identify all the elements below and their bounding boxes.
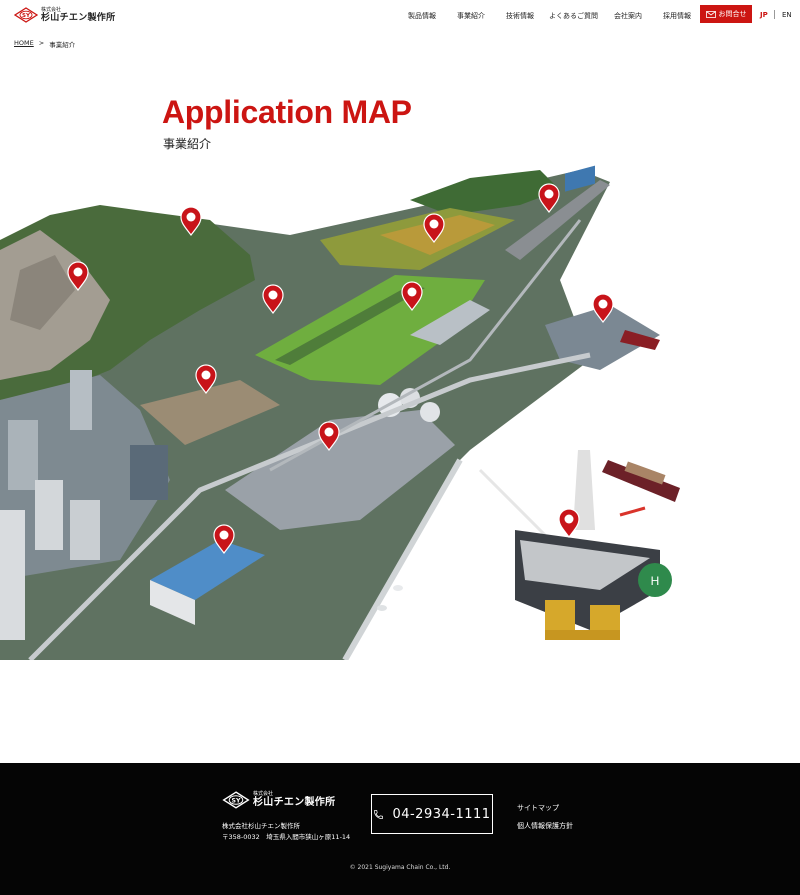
nav-business[interactable]: 事業紹介 xyxy=(457,11,485,21)
page-title: Application MAP xyxy=(162,94,412,130)
footer-company-name: 株式会社杉山チエン製作所 xyxy=(222,822,300,830)
logo-small-text: 株式会社 xyxy=(41,6,62,13)
tower-5 xyxy=(70,500,100,560)
logo-name-text: 杉山チエン製作所 xyxy=(41,12,116,23)
copyright: © 2021 Sugiyama Chain Co., Ltd. xyxy=(349,864,451,871)
nav-recruit[interactable]: 採用情報 xyxy=(663,11,691,21)
map-pin-offshore-rig[interactable] xyxy=(558,508,580,538)
lang-divider xyxy=(774,10,775,19)
footer-link-sitemap[interactable]: サイトマップ xyxy=(517,803,559,813)
tower-3 xyxy=(130,445,168,500)
svg-text:SY: SY xyxy=(232,797,241,804)
footer-logo-name: 杉山チエン製作所 xyxy=(253,797,336,808)
tower-6 xyxy=(0,510,25,640)
phone-number: 04-2934-1111 xyxy=(392,806,491,822)
nav-technology[interactable]: 技術情報 xyxy=(506,11,534,21)
page-subtitle: 事業紹介 xyxy=(163,137,212,151)
helipad-letter: H xyxy=(651,574,660,588)
tower-1 xyxy=(8,420,38,490)
footer-link-privacy[interactable]: 個人情報保護方針 xyxy=(517,821,573,831)
breadcrumb-current: 事業紹介 xyxy=(49,41,76,49)
application-map[interactable]: H xyxy=(0,160,800,660)
lang-jp-link[interactable]: JP xyxy=(760,11,768,19)
site-footer: SY 株式会社 杉山チエン製作所 株式会社杉山チエン製作所 〒358-0032 … xyxy=(0,763,800,895)
breadcrumb-separator: > xyxy=(38,39,45,47)
tower-4 xyxy=(35,480,63,550)
mail-icon xyxy=(705,10,716,18)
company-logo[interactable]: SY 株式会社 杉山チエン製作所 xyxy=(14,7,115,23)
boat-2 xyxy=(377,605,387,611)
footer-logo[interactable]: SY 株式会社 杉山チエン製作所 xyxy=(222,791,335,809)
tower-2 xyxy=(70,370,92,430)
svg-text:SY: SY xyxy=(22,13,31,19)
nav-products[interactable]: 製品情報 xyxy=(408,11,436,21)
oil-tank-3 xyxy=(420,402,440,422)
footer-address: 〒358-0032 埼玉県入間市狭山ヶ原11-14 xyxy=(222,833,351,841)
contact-button-label: お問合せ xyxy=(718,10,747,18)
contact-button[interactable]: お問合せ xyxy=(700,5,752,23)
breadcrumb: HOME > 事業紹介 xyxy=(14,39,75,49)
lang-en-link[interactable]: EN xyxy=(782,11,792,19)
nav-company[interactable]: 会社案内 xyxy=(614,11,642,21)
breadcrumb-home[interactable]: HOME xyxy=(14,39,34,49)
phone-icon xyxy=(374,809,384,819)
sy-logo-icon: SY xyxy=(14,7,38,23)
boat-1 xyxy=(393,585,403,591)
nav-faq[interactable]: よくあるご質問 xyxy=(549,11,598,21)
site-header: SY 株式会社 杉山チエン製作所 製品情報 事業紹介 技術情報 よくあるご質問 … xyxy=(0,0,800,34)
phone-button[interactable]: 04-2934-1111 xyxy=(371,794,493,834)
sy-logo-icon: SY xyxy=(222,791,250,809)
